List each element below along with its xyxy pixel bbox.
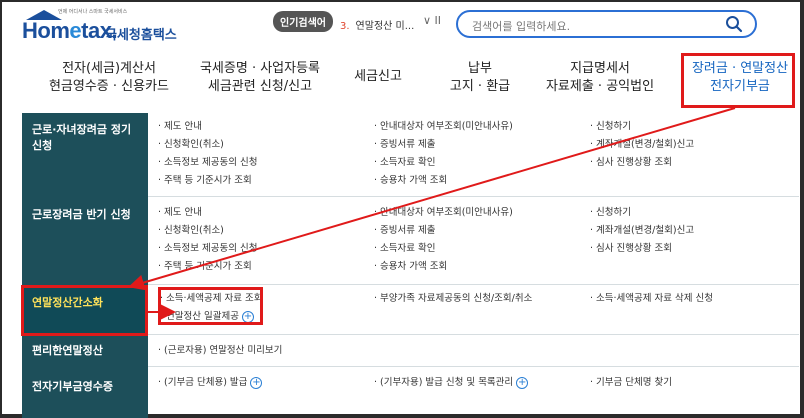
menu-link[interactable]: · 신청확인(취소): [158, 136, 257, 154]
column-links: · 안내대상자 여부조회(미안내사유) · 증빙서류 제출 · 소득자료 확인 …: [374, 204, 513, 276]
nav-payment[interactable]: 납부 고지 · 환급: [440, 60, 520, 96]
menu-row: 전자기부금영수증 · (기부금 단체용) 발급 + · (기부자용) 발급 신청 …: [22, 367, 799, 418]
menu-link[interactable]: · 신청확인(취소): [158, 222, 257, 240]
menu-link[interactable]: · 승용차 가액 조회: [374, 258, 513, 276]
menu-link[interactable]: · 기부금 단체명 찾기: [590, 374, 672, 392]
column-links: · 안내대상자 여부조회(미안내사유) · 증빙서류 제출 · 소득자료 확인 …: [374, 118, 513, 190]
menu-link[interactable]: · 소득자료 확인: [374, 154, 513, 172]
popular-search-controls[interactable]: ∨ II: [423, 14, 441, 27]
column-links: · 기부금 단체명 찾기: [590, 374, 672, 392]
menu-link[interactable]: · 신청하기: [590, 118, 694, 136]
nav-highlight-box: [681, 53, 795, 108]
menu-link[interactable]: · (근로자용) 연말정산 미리보기: [158, 342, 282, 360]
popular-search-item[interactable]: 3. 연말정산 미...: [340, 17, 414, 32]
menu-table: 근로·자녀장려금 정기 신청 · 제도 안내 · 신청확인(취소) · 소득정보…: [22, 113, 799, 418]
menu-row: 근로장려금 반기 신청 · 제도 안내 · 신청확인(취소) · 소득정보 제공…: [22, 197, 799, 285]
menu-link[interactable]: · 승용차 가액 조회: [374, 172, 513, 190]
logo-brand: Hometax.: [22, 18, 118, 43]
nav-tax-return[interactable]: 세금신고: [338, 68, 418, 86]
link-highlight-box: [158, 287, 263, 325]
menu-link[interactable]: · 소득정보 제공동의 신청: [158, 154, 257, 172]
search-bar[interactable]: 검색어를 입력하세요.: [456, 10, 757, 38]
menu-link[interactable]: · 증빙서류 제출: [374, 136, 513, 154]
column-links: · 소득·세액공제 자료 삭제 신청: [590, 290, 713, 308]
menu-link[interactable]: · 심사 진행상황 조회: [590, 154, 694, 172]
row-highlight-box: [21, 285, 148, 336]
row-title: 전자기부금영수증: [22, 367, 148, 418]
menu-link[interactable]: · 소득정보 제공동의 신청: [158, 240, 257, 258]
menu-link[interactable]: · 소득·세액공제 자료 삭제 신청: [590, 290, 713, 308]
menu-link[interactable]: · (기부자용) 발급 신청 및 목록관리 +: [374, 374, 529, 392]
menu-link[interactable]: · 부양가족 자료제공동의 신청/조회/취소: [374, 290, 532, 308]
menu-link[interactable]: · 소득자료 확인: [374, 240, 513, 258]
menu-link[interactable]: · 안내대상자 여부조회(미안내사유): [374, 204, 513, 222]
nav-certificates[interactable]: 국세증명 · 사업자등록 세금관련 신청/신고: [185, 60, 335, 96]
menu-link[interactable]: · 제도 안내: [158, 204, 257, 222]
menu-row: 편리한연말정산 · (근로자용) 연말정산 미리보기: [22, 335, 799, 367]
popular-search-badge: 인기검색어: [273, 11, 333, 32]
nav-e-invoice[interactable]: 전자(세금)계산서 현금영수증 · 신용카드: [34, 60, 184, 96]
menu-link[interactable]: · 신청하기: [590, 204, 694, 222]
plus-circle-icon[interactable]: +: [250, 376, 263, 389]
column-links: · 신청하기 · 계좌개설(변경/철회)신고 · 심사 진행상황 조회: [590, 118, 694, 172]
menu-link[interactable]: · 계좌개설(변경/철회)신고: [590, 136, 694, 154]
menu-row: 근로·자녀장려금 정기 신청 · 제도 안내 · 신청확인(취소) · 소득정보…: [22, 113, 799, 197]
column-links: · 제도 안내 · 신청확인(취소) · 소득정보 제공동의 신청 · 주택 등…: [158, 118, 257, 190]
menu-link[interactable]: · 계좌개설(변경/철회)신고: [590, 222, 694, 240]
column-links: · 제도 안내 · 신청확인(취소) · 소득정보 제공동의 신청 · 주택 등…: [158, 204, 257, 276]
row-title: 근로장려금 반기 신청: [22, 197, 148, 285]
menu-link[interactable]: · 증빙서류 제출: [374, 222, 513, 240]
column-links: · 신청하기 · 계좌개설(변경/철회)신고 · 심사 진행상황 조회: [590, 204, 694, 258]
nav-withholding-statement[interactable]: 지급명세서 자료제출 · 공익법인: [530, 60, 670, 96]
logo-tagline: 언제 어디서나 스마트 국세서비스: [58, 9, 128, 15]
row-title: 편리한연말정산: [22, 335, 148, 367]
menu-link[interactable]: · 주택 등 기준시가 조회: [158, 172, 257, 190]
column-links: · (기부자용) 발급 신청 및 목록관리 +: [374, 374, 529, 392]
plus-circle-icon[interactable]: +: [516, 376, 529, 389]
column-links: · 부양가족 자료제공동의 신청/조회/취소: [374, 290, 532, 308]
menu-link[interactable]: · 안내대상자 여부조회(미안내사유): [374, 118, 513, 136]
search-input[interactable]: 검색어를 입력하세요.: [472, 18, 570, 34]
menu-link[interactable]: · 제도 안내: [158, 118, 257, 136]
row-title: 근로·자녀장려금 정기 신청: [22, 113, 148, 197]
column-links: · (기부금 단체용) 발급 +: [158, 374, 263, 392]
menu-link[interactable]: · (기부금 단체용) 발급 +: [158, 374, 263, 392]
search-icon[interactable]: [725, 15, 743, 33]
column-links: · (근로자용) 연말정산 미리보기: [158, 342, 282, 360]
logo-korean-name: 국세청홈택스: [105, 28, 177, 43]
menu-link[interactable]: · 심사 진행상황 조회: [590, 240, 694, 258]
menu-link[interactable]: · 주택 등 기준시가 조회: [158, 258, 257, 276]
